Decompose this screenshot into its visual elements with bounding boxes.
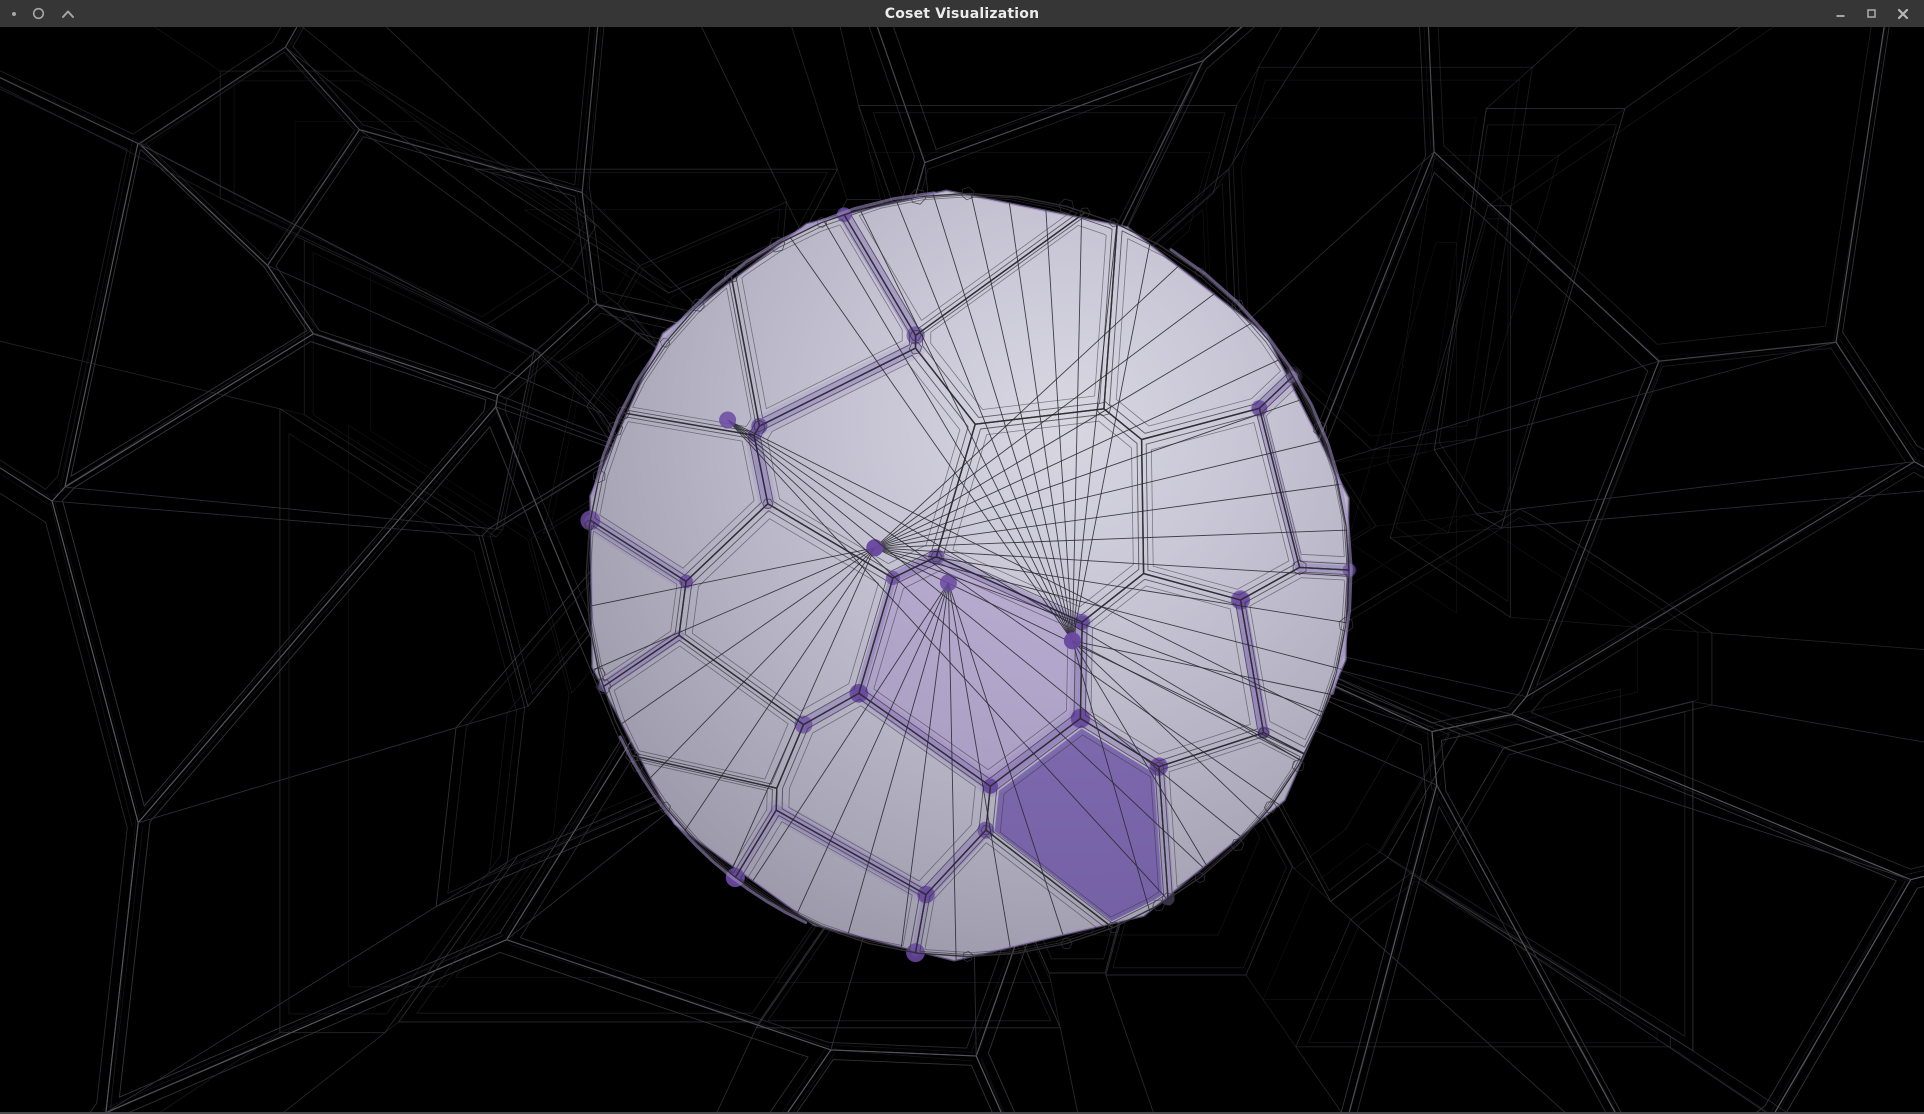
minimize-button[interactable] — [1832, 5, 1849, 22]
circle-icon[interactable] — [32, 7, 45, 20]
maximize-icon — [1865, 7, 1878, 20]
window-controls — [1832, 5, 1912, 23]
coset-sphere — [574, 180, 1363, 970]
maximize-button[interactable] — [1863, 5, 1880, 22]
minimize-icon — [1834, 7, 1847, 20]
titlebar[interactable]: Coset Visualization — [0, 0, 1924, 27]
app-window: Coset Visualization — [0, 0, 1924, 1114]
dot-icon — [12, 12, 16, 16]
close-icon — [1896, 7, 1910, 21]
window-title: Coset Visualization — [0, 0, 1924, 27]
chevron-up-icon[interactable] — [61, 9, 75, 19]
close-button[interactable] — [1894, 5, 1912, 23]
viewport-canvas[interactable] — [0, 27, 1924, 1112]
titlebar-left-icons — [12, 7, 75, 20]
